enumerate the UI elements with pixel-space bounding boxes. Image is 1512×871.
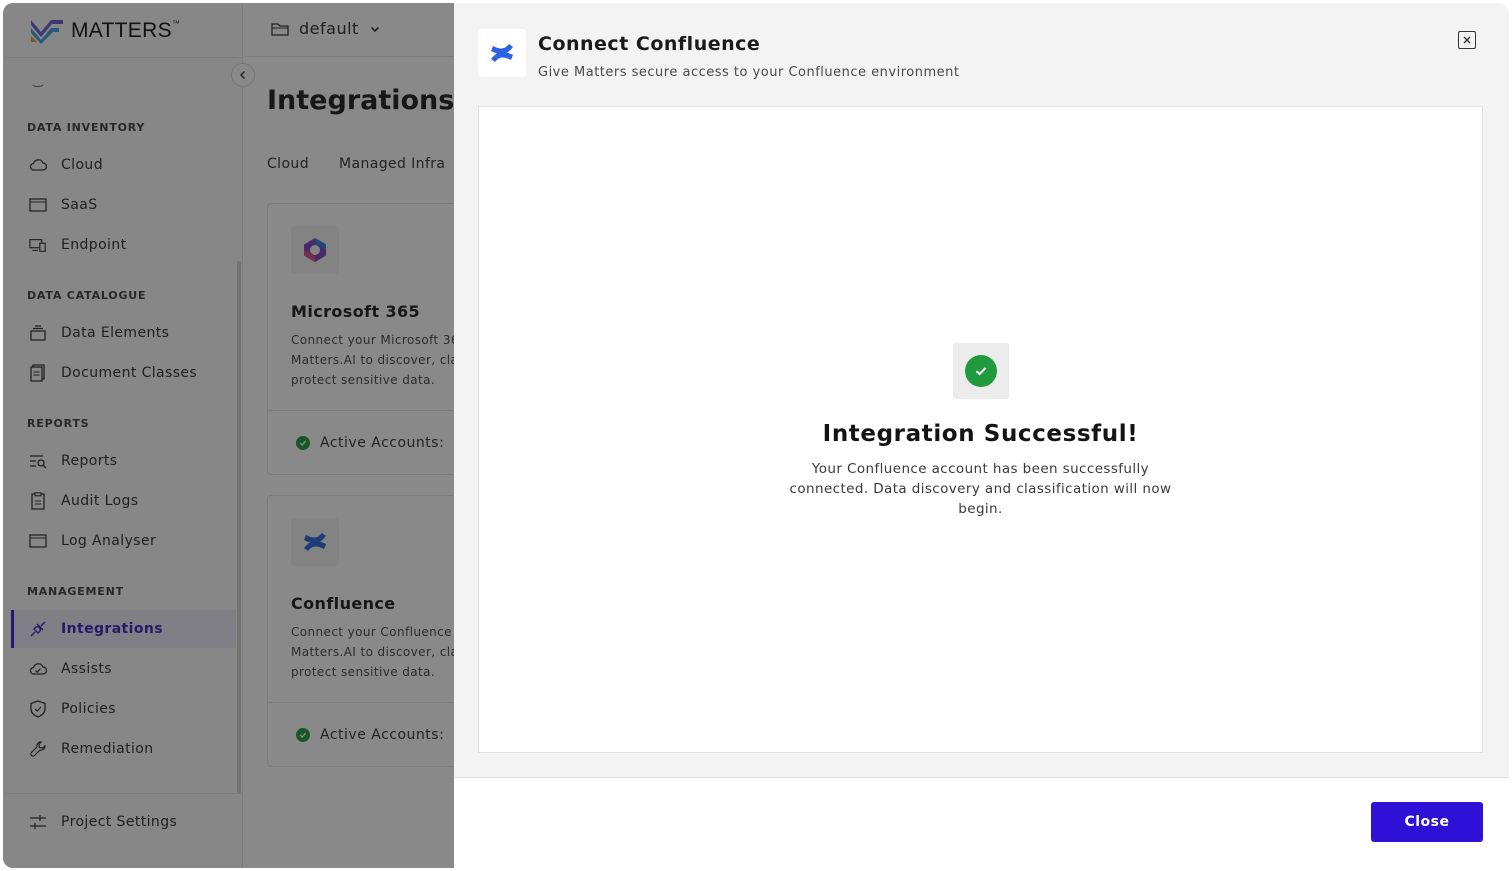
drawer-body: Integration Successful! Your Confluence … bbox=[478, 106, 1483, 753]
app-window: MATTERS™ ‿ DATA INVENTORY Cloud SaaS End… bbox=[3, 3, 1509, 868]
drawer-title: Connect Confluence bbox=[538, 33, 761, 55]
modal-backdrop[interactable] bbox=[3, 3, 454, 868]
close-button[interactable]: Close bbox=[1371, 802, 1483, 842]
success-title: Integration Successful! bbox=[822, 421, 1139, 447]
confluence-logo-icon bbox=[478, 29, 526, 77]
check-circle-icon bbox=[964, 355, 997, 387]
success-state: Integration Successful! Your Confluence … bbox=[479, 343, 1482, 519]
success-tile bbox=[952, 343, 1009, 399]
drawer-subtitle: Give Matters secure access to your Confl… bbox=[538, 65, 960, 80]
close-icon[interactable] bbox=[1458, 31, 1476, 49]
connect-confluence-drawer: Connect Confluence Give Matters secure a… bbox=[454, 3, 1509, 868]
drawer-footer: Close bbox=[454, 777, 1509, 868]
success-description: Your Confluence account has been success… bbox=[789, 461, 1172, 517]
